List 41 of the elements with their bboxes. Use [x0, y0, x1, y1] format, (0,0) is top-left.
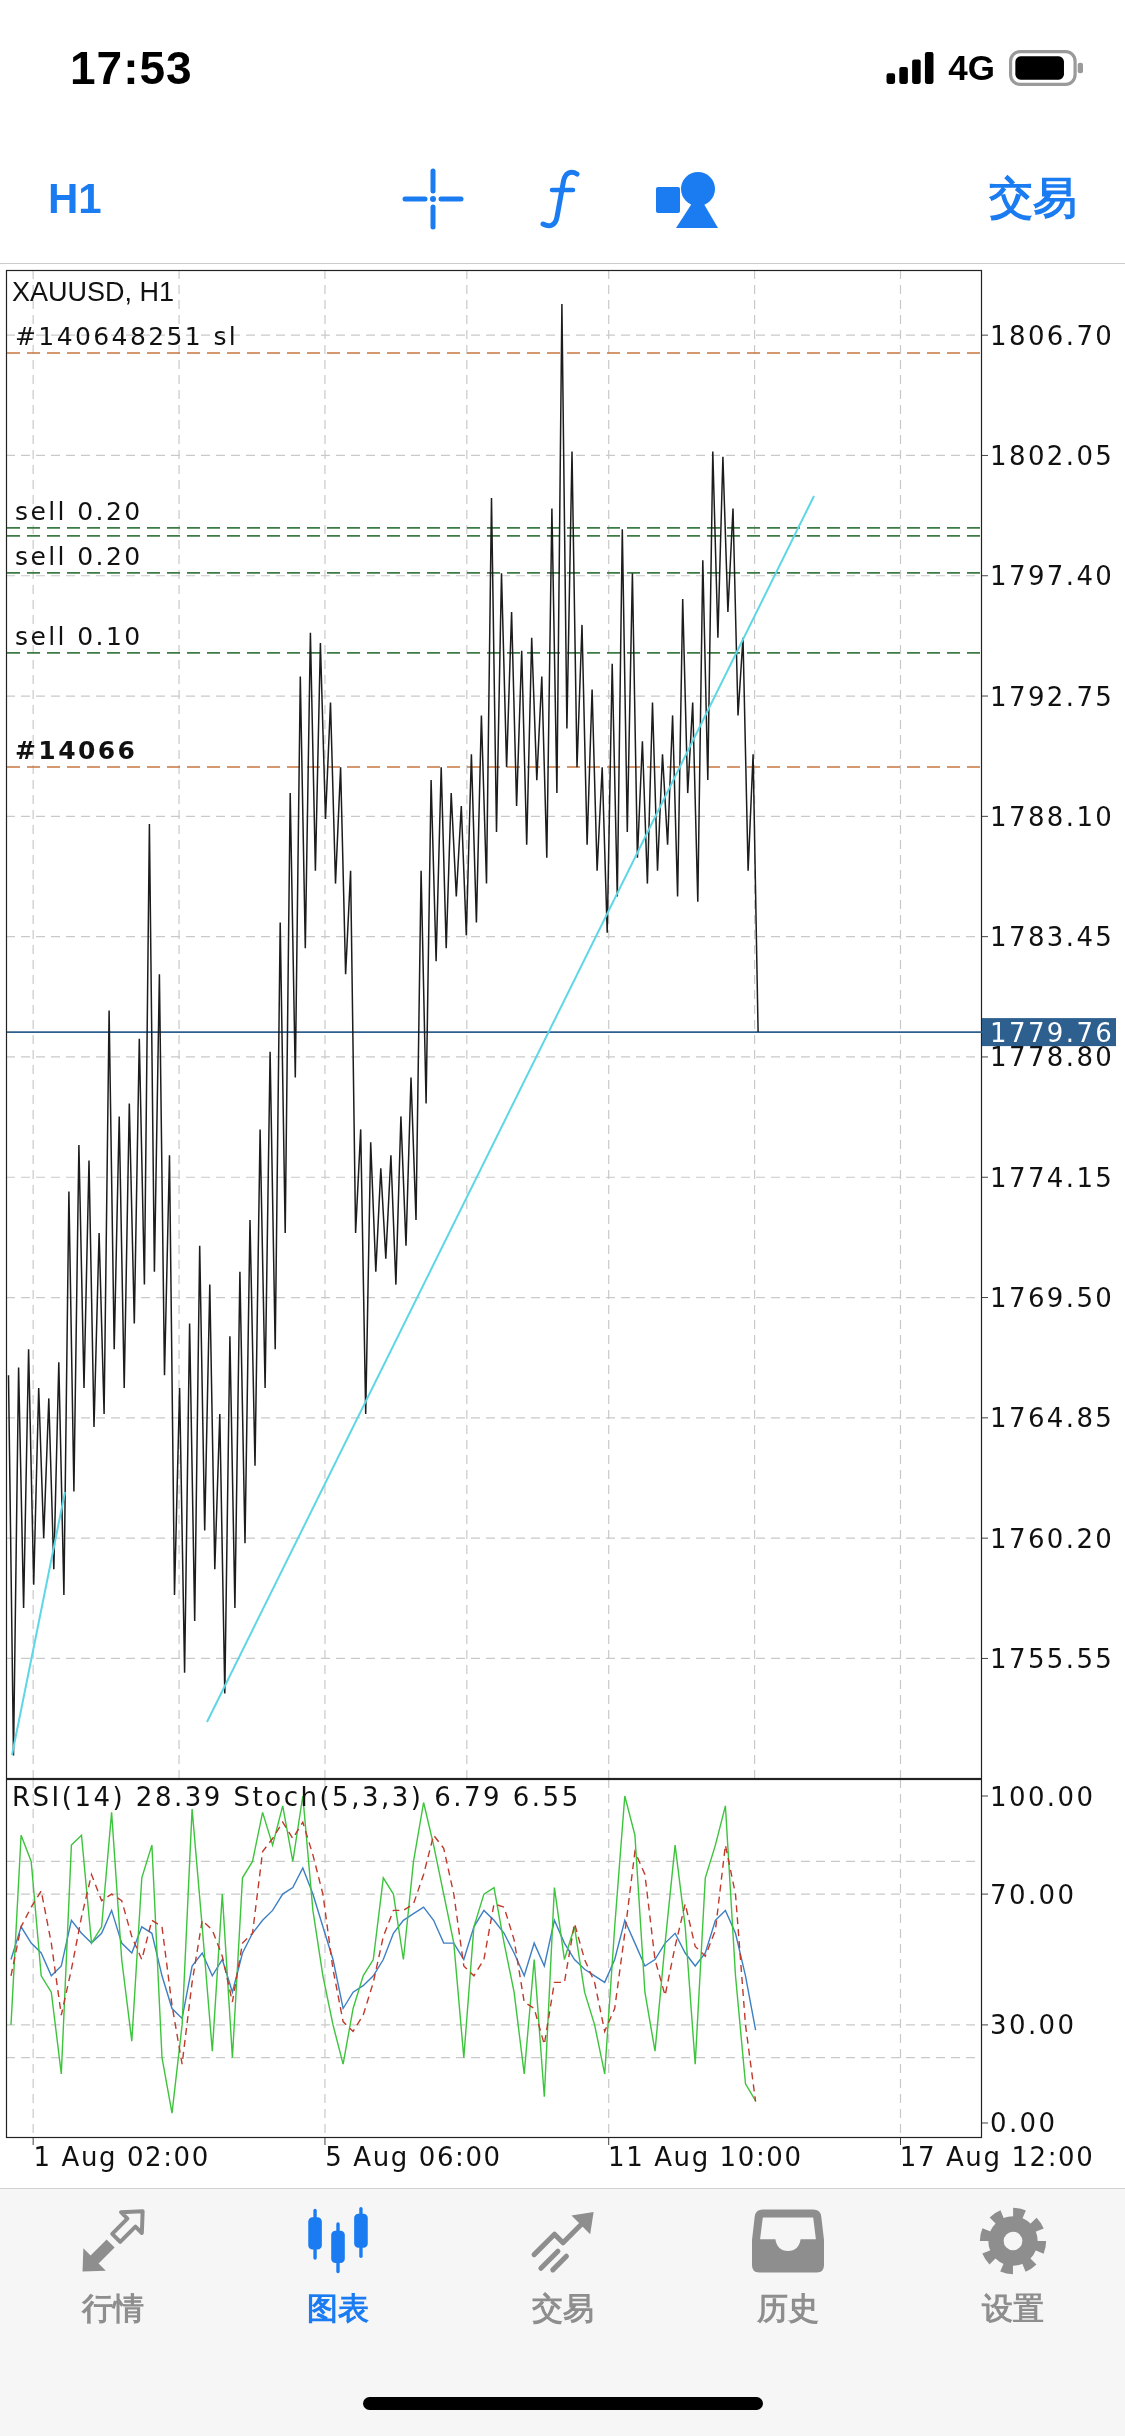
crosshair-icon[interactable] [401, 167, 464, 230]
function-icon[interactable] [539, 167, 580, 230]
indicator-axis-label: 0.00 [990, 2108, 1058, 2139]
order-label: #140648251 sl [15, 322, 239, 351]
time-axis-label: 11 Aug 10:00 [608, 2142, 803, 2172]
time-axis-label: 17 Aug 12:00 [899, 2142, 1095, 2172]
chart-title: XAUUSD, H1 [12, 277, 175, 307]
tab[interactable]: 设置 [900, 2189, 1125, 2327]
indicator-axis-label: 70.00 [990, 1879, 1077, 1910]
price-axis-label: 1774.15 [990, 1162, 1115, 1193]
shapes-icon[interactable] [655, 169, 718, 228]
price-axis-label: 1802.05 [990, 440, 1115, 471]
indicator-axis-label: 100.00 [990, 1781, 1096, 1812]
signal-icon [886, 52, 935, 84]
price-axis-label: 1806.70 [990, 320, 1115, 351]
network-type: 4G [948, 48, 995, 88]
order-label: #14066 [15, 735, 138, 765]
tab[interactable]: 图表 [225, 2189, 450, 2327]
trade-button[interactable]: 交易 [989, 169, 1077, 228]
price-axis-label: 1797.40 [990, 561, 1115, 592]
time-axis-label: 1 Aug 02:00 [33, 2142, 210, 2172]
order-label: sell 0.20 [15, 496, 143, 526]
battery-icon [1009, 50, 1083, 86]
tab[interactable]: 历史 [675, 2189, 900, 2327]
tab[interactable]: 行情 [0, 2189, 225, 2327]
order-label: sell 0.20 [15, 541, 143, 571]
price-axis-label: 1760.20 [990, 1523, 1115, 1554]
price-axis-label: 1788.10 [990, 801, 1115, 832]
time-axis-label: 5 Aug 06:00 [325, 2142, 502, 2172]
price-axis-label: 1769.50 [990, 1283, 1115, 1314]
tab[interactable]: 交易 [450, 2189, 675, 2327]
order-label: sell 0.10 [15, 621, 143, 651]
status-time: 17:53 [70, 41, 193, 95]
timeframe-button[interactable]: H1 [48, 174, 102, 223]
price-axis-label: 1783.45 [990, 922, 1115, 953]
indicator-title: RSI(14) 28.39 Stoch(5,3,3) 6.79 6.55 [12, 1782, 581, 1812]
price-axis-label: 1764.85 [990, 1403, 1115, 1434]
price-axis-label: 1792.75 [990, 681, 1115, 712]
tray-icon [751, 2207, 824, 2275]
price-axis-label: 1755.55 [990, 1643, 1115, 1674]
indicator-axis-label: 30.00 [990, 2010, 1077, 2041]
